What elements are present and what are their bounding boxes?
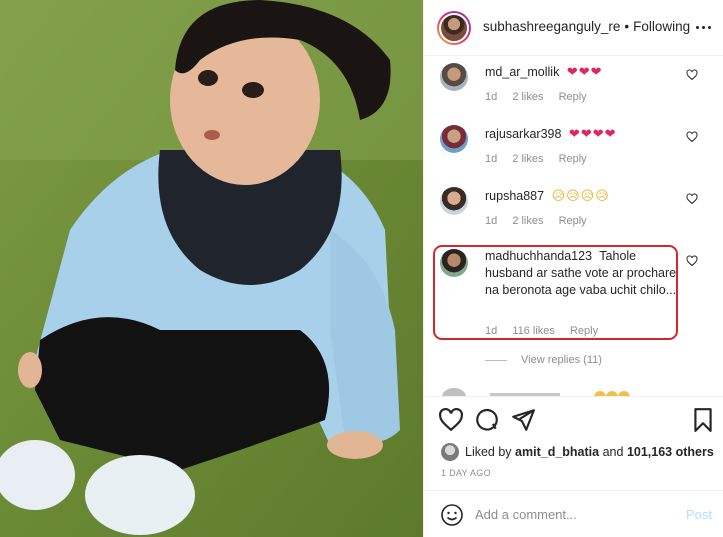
like-comment-heart-icon[interactable]: [686, 255, 698, 267]
liked-by-summary: Liked by amit_d_bhatia and 101,163 other…: [441, 443, 714, 461]
comment-username[interactable]: rajusarkar398: [485, 127, 561, 141]
comment-likes[interactable]: 116 likes: [512, 325, 555, 337]
reply-button[interactable]: Reply: [559, 153, 587, 165]
comment-text: md_ar_mollik ❤❤❤: [485, 63, 680, 81]
post-timestamp[interactable]: 1 DAY AGO: [441, 468, 491, 478]
commenter-avatar[interactable]: [440, 63, 468, 91]
comment-time[interactable]: 1d: [485, 91, 497, 103]
heart-outline-icon[interactable]: [438, 407, 464, 433]
commenter-avatar[interactable]: [440, 249, 468, 277]
liked-by-and: and: [602, 445, 624, 459]
next-comment-partial: [442, 388, 630, 396]
like-comment-heart-icon[interactable]: [686, 69, 698, 81]
comment-time[interactable]: 1d: [485, 153, 497, 165]
view-replies-label: View replies (11): [521, 354, 602, 366]
like-comment-heart-icon[interactable]: [686, 193, 698, 205]
post-actions: Liked by amit_d_bhatia and 101,163 other…: [424, 396, 723, 536]
header-separator: •: [624, 19, 630, 34]
post-header: subhashreeganguly_re • Following: [424, 0, 723, 56]
post-details-panel: subhashreeganguly_re • Following md_ar_mol…: [423, 0, 723, 537]
paper-plane-icon[interactable]: [510, 407, 536, 433]
baby-photo-illustration: [0, 0, 423, 537]
add-comment-input[interactable]: [475, 501, 675, 527]
comment-likes[interactable]: 2 likes: [512, 215, 543, 227]
reply-button[interactable]: Reply: [559, 91, 587, 103]
commenter-avatar[interactable]: [440, 187, 468, 215]
smiley-icon[interactable]: [440, 503, 464, 527]
comment-username[interactable]: md_ar_mollik: [485, 65, 559, 79]
like-comment-heart-icon[interactable]: [686, 131, 698, 143]
bookmark-icon[interactable]: [690, 407, 716, 433]
comment-username[interactable]: madhuchhanda123: [485, 249, 592, 263]
comment-emoji: 😥😥😥😥: [551, 188, 610, 203]
reply-button[interactable]: Reply: [570, 325, 598, 337]
author-line: subhashreeganguly_re • Following: [483, 19, 690, 34]
comment-likes[interactable]: 2 likes: [512, 91, 543, 103]
comment-meta: 1d 2 likes Reply: [485, 153, 599, 165]
comment-username[interactable]: rupsha887: [485, 189, 544, 203]
comment-meta: 1d 2 likes Reply: [485, 215, 599, 227]
liker-avatar[interactable]: [441, 443, 459, 461]
more-options-icon[interactable]: [692, 16, 714, 38]
comment-text: rupsha887 😥😥😥😥: [485, 187, 680, 205]
reply-button[interactable]: Reply: [559, 215, 587, 227]
comment-text: madhuchhanda123 Tahole husband ar sathe …: [485, 248, 680, 299]
replies-divider-line: [485, 359, 507, 361]
view-replies-button[interactable]: View replies (11): [485, 354, 602, 366]
comment-text: rajusarkar398 ❤❤❤❤: [485, 125, 680, 143]
liked-by-prefix: Liked by: [465, 445, 512, 459]
likes-count[interactable]: 101,163 others: [627, 445, 714, 459]
comments-list[interactable]: md_ar_mollik ❤❤❤ 1d 2 likes Reply rajusa…: [424, 57, 723, 396]
comment-emoji: ❤❤❤❤: [568, 126, 617, 141]
comment-meta: 1d 2 likes Reply: [485, 91, 599, 103]
comment-time[interactable]: 1d: [485, 325, 497, 337]
comment-bubble-icon[interactable]: [474, 407, 500, 433]
commenter-avatar[interactable]: [440, 125, 468, 153]
post-photo[interactable]: [0, 0, 423, 537]
post-comment-button[interactable]: Post: [686, 507, 712, 522]
liker-username[interactable]: amit_d_bhatia: [515, 445, 599, 459]
comment-time[interactable]: 1d: [485, 215, 497, 227]
following-button[interactable]: Following: [633, 19, 690, 34]
comment-emoji: ❤❤❤: [566, 64, 603, 79]
author-avatar[interactable]: [437, 11, 471, 45]
comment-likes[interactable]: 2 likes: [512, 153, 543, 165]
author-username[interactable]: subhashreeganguly_re: [483, 19, 620, 34]
add-comment-bar: Post: [424, 490, 723, 537]
comment-meta: 1d 116 likes Reply: [485, 325, 610, 337]
